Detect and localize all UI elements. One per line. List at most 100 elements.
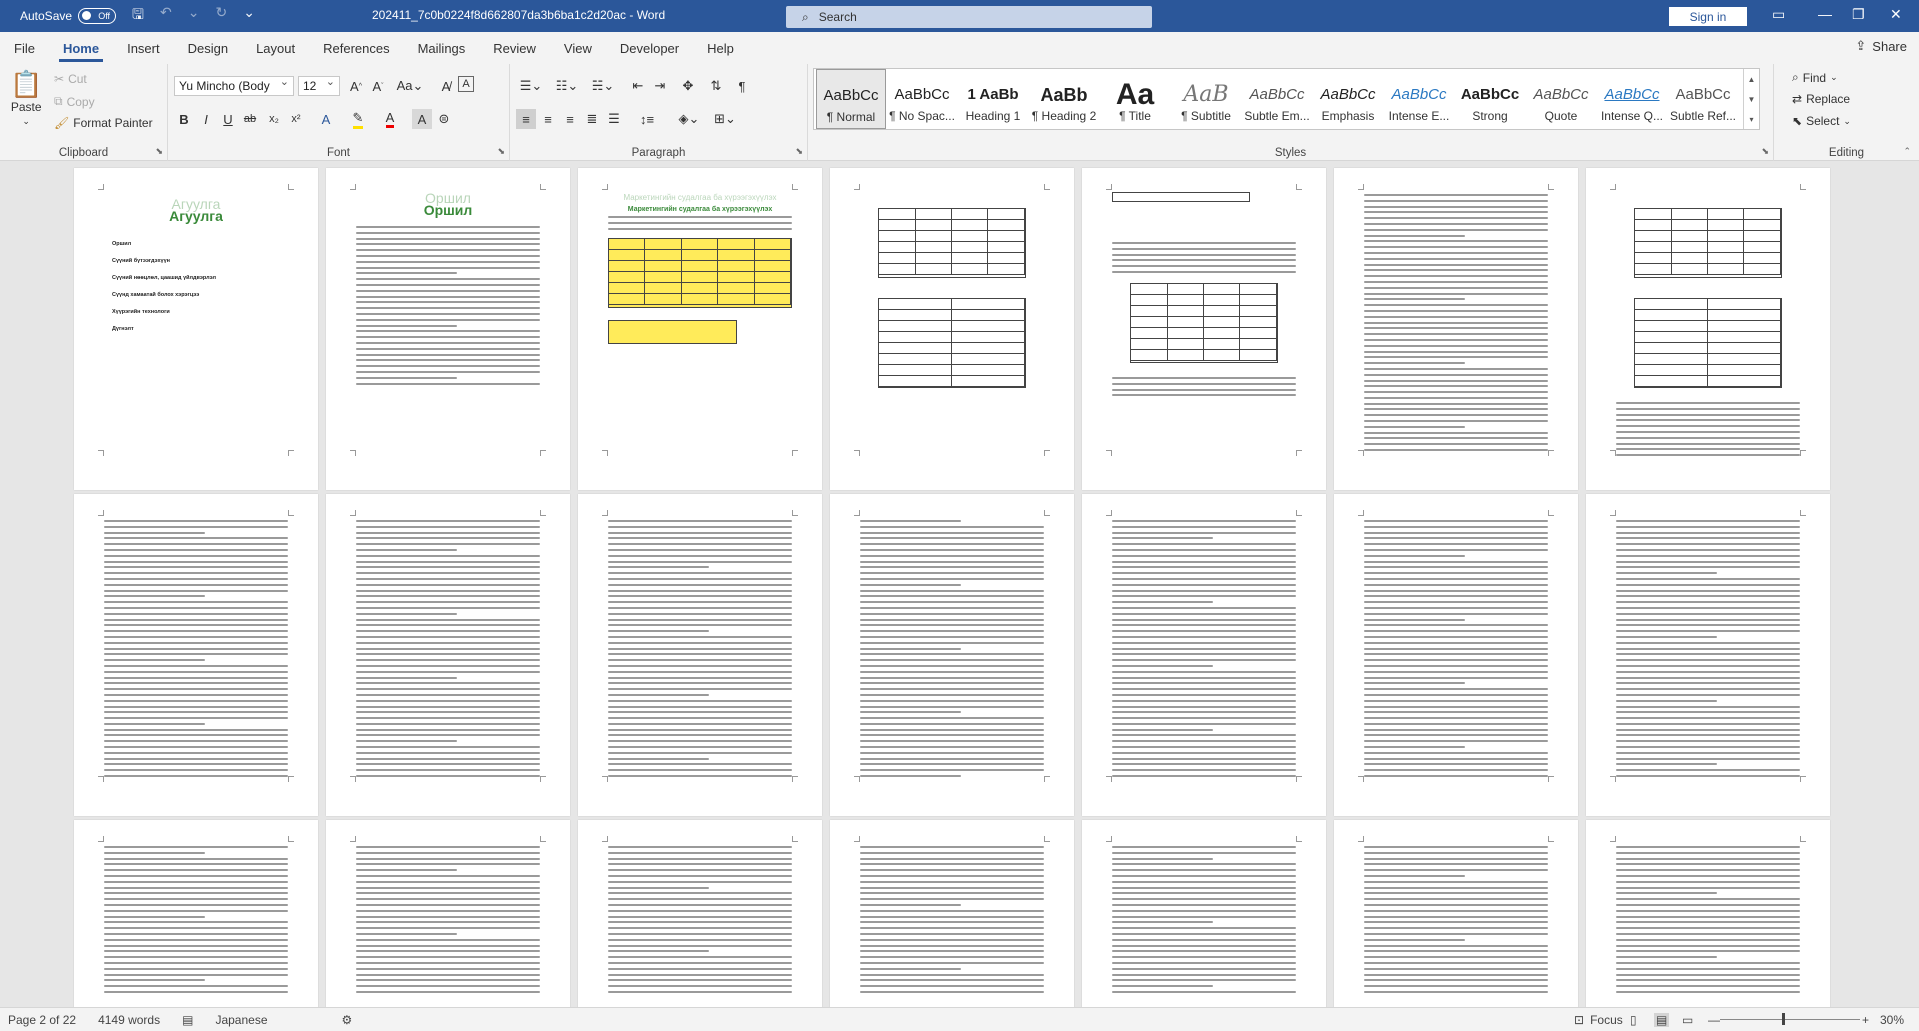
toc-item[interactable]: Хүүрэгийн технологи xyxy=(104,308,288,316)
sign-in-button[interactable]: Sign in xyxy=(1669,7,1747,26)
restore-icon[interactable]: ❐ xyxy=(1852,6,1865,23)
document-page[interactable] xyxy=(326,820,570,1007)
styles-launcher-icon[interactable]: ⬊ xyxy=(1761,146,1769,157)
read-mode-icon[interactable]: ▯ xyxy=(1630,1013,1637,1027)
gallery-scroll[interactable]: ▲ ▼ ▾ xyxy=(1743,69,1759,129)
clear-formatting-icon[interactable]: A̸ xyxy=(436,76,456,96)
style-heading-1[interactable]: 1 AaBb Heading 1 xyxy=(958,69,1028,129)
bullets-icon[interactable]: ☰⌄ xyxy=(516,76,546,96)
document-page[interactable] xyxy=(1586,494,1830,816)
zoom-out-icon[interactable]: — xyxy=(1708,1013,1720,1027)
chevron-down-icon[interactable]: ▼ xyxy=(1748,95,1756,104)
undo-icon[interactable]: ↶ xyxy=(160,4,172,28)
justify-icon[interactable]: ≣ xyxy=(582,109,602,129)
multilevel-list-icon[interactable]: ☵⌄ xyxy=(588,76,618,96)
chevron-up-icon[interactable]: ▲ xyxy=(1748,75,1756,84)
document-page[interactable] xyxy=(1082,494,1326,816)
document-page[interactable] xyxy=(1334,168,1578,490)
proofing-icon[interactable]: ▤ xyxy=(182,1013,193,1027)
document-page[interactable] xyxy=(74,820,318,1007)
toc-item[interactable]: Сүүний нөөцлөл, цаашид үйлдвэрлэл xyxy=(104,274,288,282)
redo-icon[interactable]: ↻ xyxy=(215,4,227,28)
style-title[interactable]: Aa ¶ Title xyxy=(1100,69,1170,129)
toc-item[interactable]: Сүүний бүтээгдэхүүн xyxy=(104,257,288,265)
toc-item[interactable]: Оршил xyxy=(104,240,288,248)
close-icon[interactable]: ✕ xyxy=(1890,6,1902,23)
customize-qat-icon[interactable]: ⌄ xyxy=(243,4,255,28)
print-layout-icon[interactable]: ▤ xyxy=(1654,1012,1670,1027)
text-effects-icon[interactable]: A xyxy=(316,109,336,129)
style-no-spac[interactable]: AaBbCc ¶ No Spac... xyxy=(887,69,957,129)
bold-icon[interactable]: B xyxy=(174,109,194,129)
accessibility-icon[interactable]: ⚙ xyxy=(342,1013,353,1027)
autosave-toggle[interactable]: Off xyxy=(78,8,117,24)
autosave-control[interactable]: AutoSave Off xyxy=(20,8,117,24)
document-page[interactable] xyxy=(74,494,318,816)
document-page[interactable]: Агуулга Агуулга Оршил Сүүний бүтээгдэхүүн Сү… xyxy=(74,168,318,490)
replace-button[interactable]: ⇄ Replace xyxy=(1792,92,1850,106)
font-color-icon[interactable]: A xyxy=(380,109,400,129)
tab-file[interactable]: File xyxy=(0,32,49,64)
save-icon[interactable]: 🖫 xyxy=(132,4,144,28)
document-page[interactable]: Маркетингийн судалгаа ба хүрээгэхүүлэх Ма… xyxy=(578,168,822,490)
ribbon-display-icon[interactable]: ▭ xyxy=(1772,6,1785,23)
minimize-icon[interactable]: — xyxy=(1818,6,1832,22)
document-page[interactable] xyxy=(830,168,1074,490)
tab-references[interactable]: References xyxy=(309,32,403,64)
font-launcher-icon[interactable]: ⬊ xyxy=(497,146,505,157)
zoom-slider[interactable] xyxy=(1720,1019,1860,1020)
tab-review[interactable]: Review xyxy=(479,32,550,64)
share-button[interactable]: ⇪ Share xyxy=(1855,38,1907,54)
tab-mailings[interactable]: Mailings xyxy=(404,32,480,64)
style-subtitle[interactable]: AaB ¶ Subtitle xyxy=(1171,69,1241,129)
format-painter-button[interactable]: 🖌 Format Painter xyxy=(54,116,153,130)
grow-font-icon[interactable]: A ^ xyxy=(346,76,366,96)
shading-icon[interactable]: ◈⌄ xyxy=(674,109,704,129)
align-left-icon[interactable]: ≡ xyxy=(516,109,536,129)
change-case-icon[interactable]: Aa⌄ xyxy=(396,76,424,96)
document-page[interactable] xyxy=(1082,168,1326,490)
numbering-icon[interactable]: ☷⌄ xyxy=(552,76,582,96)
character-border-icon[interactable]: A xyxy=(458,76,474,92)
highlight-icon[interactable]: ✎ xyxy=(348,109,368,129)
toc-item[interactable]: Сүүнд хамаатай болох хэрэгцээ xyxy=(104,291,288,299)
tab-view[interactable]: View xyxy=(550,32,606,64)
borders-icon[interactable]: ⊞⌄ xyxy=(710,109,740,129)
select-button[interactable]: ⬉ Select ⌄ xyxy=(1792,114,1851,128)
copy-button[interactable]: ⧉ Copy xyxy=(54,94,95,109)
collapse-ribbon-icon[interactable]: ⌃ xyxy=(1903,146,1911,157)
cut-button[interactable]: ✂ Cut xyxy=(54,72,87,86)
underline-icon[interactable]: U xyxy=(218,109,238,129)
document-page[interactable] xyxy=(326,494,570,816)
tab-developer[interactable]: Developer xyxy=(606,32,693,64)
document-page[interactable] xyxy=(1586,168,1830,490)
sort-icon[interactable]: ⇅ xyxy=(706,76,726,96)
document-page[interactable] xyxy=(830,494,1074,816)
style-quote[interactable]: AaBbCc Quote xyxy=(1526,69,1596,129)
style-heading-2[interactable]: AaBb ¶ Heading 2 xyxy=(1029,69,1099,129)
document-page[interactable] xyxy=(1334,494,1578,816)
document-page[interactable] xyxy=(1334,820,1578,1007)
paragraph-launcher-icon[interactable]: ⬊ xyxy=(795,146,803,157)
toc-item[interactable]: Дүгнэлт xyxy=(104,325,288,333)
document-page[interactable] xyxy=(578,494,822,816)
document-area[interactable]: Агуулга Агуулга Оршил Сүүний бүтээгдэхүүн Сү… xyxy=(0,162,1919,1007)
tab-layout[interactable]: Layout xyxy=(242,32,309,64)
document-page[interactable] xyxy=(1082,820,1326,1007)
style-strong[interactable]: AaBbCc Strong xyxy=(1455,69,1525,129)
shrink-font-icon[interactable]: Aˇ xyxy=(368,76,388,96)
zoom-level[interactable]: 30% xyxy=(1880,1013,1904,1027)
clipboard-launcher-icon[interactable]: ⬊ xyxy=(155,146,163,157)
word-count[interactable]: 4149 words xyxy=(98,1013,160,1027)
document-page[interactable] xyxy=(1586,820,1830,1007)
tab-home[interactable]: Home xyxy=(49,32,113,64)
distributed-icon[interactable]: ☰ xyxy=(604,109,624,129)
character-shading-icon[interactable]: A xyxy=(412,109,432,129)
font-size-combo[interactable]: 12 xyxy=(298,75,340,96)
decrease-indent-icon[interactable]: ⇤ xyxy=(628,76,648,96)
zoom-thumb[interactable] xyxy=(1782,1013,1785,1025)
strikethrough-icon[interactable]: ab xyxy=(240,109,260,129)
show-marks-icon[interactable]: ¶ xyxy=(732,76,752,96)
superscript-icon[interactable]: x² xyxy=(286,109,306,129)
search-input[interactable]: ⌕ Search xyxy=(786,6,1152,28)
